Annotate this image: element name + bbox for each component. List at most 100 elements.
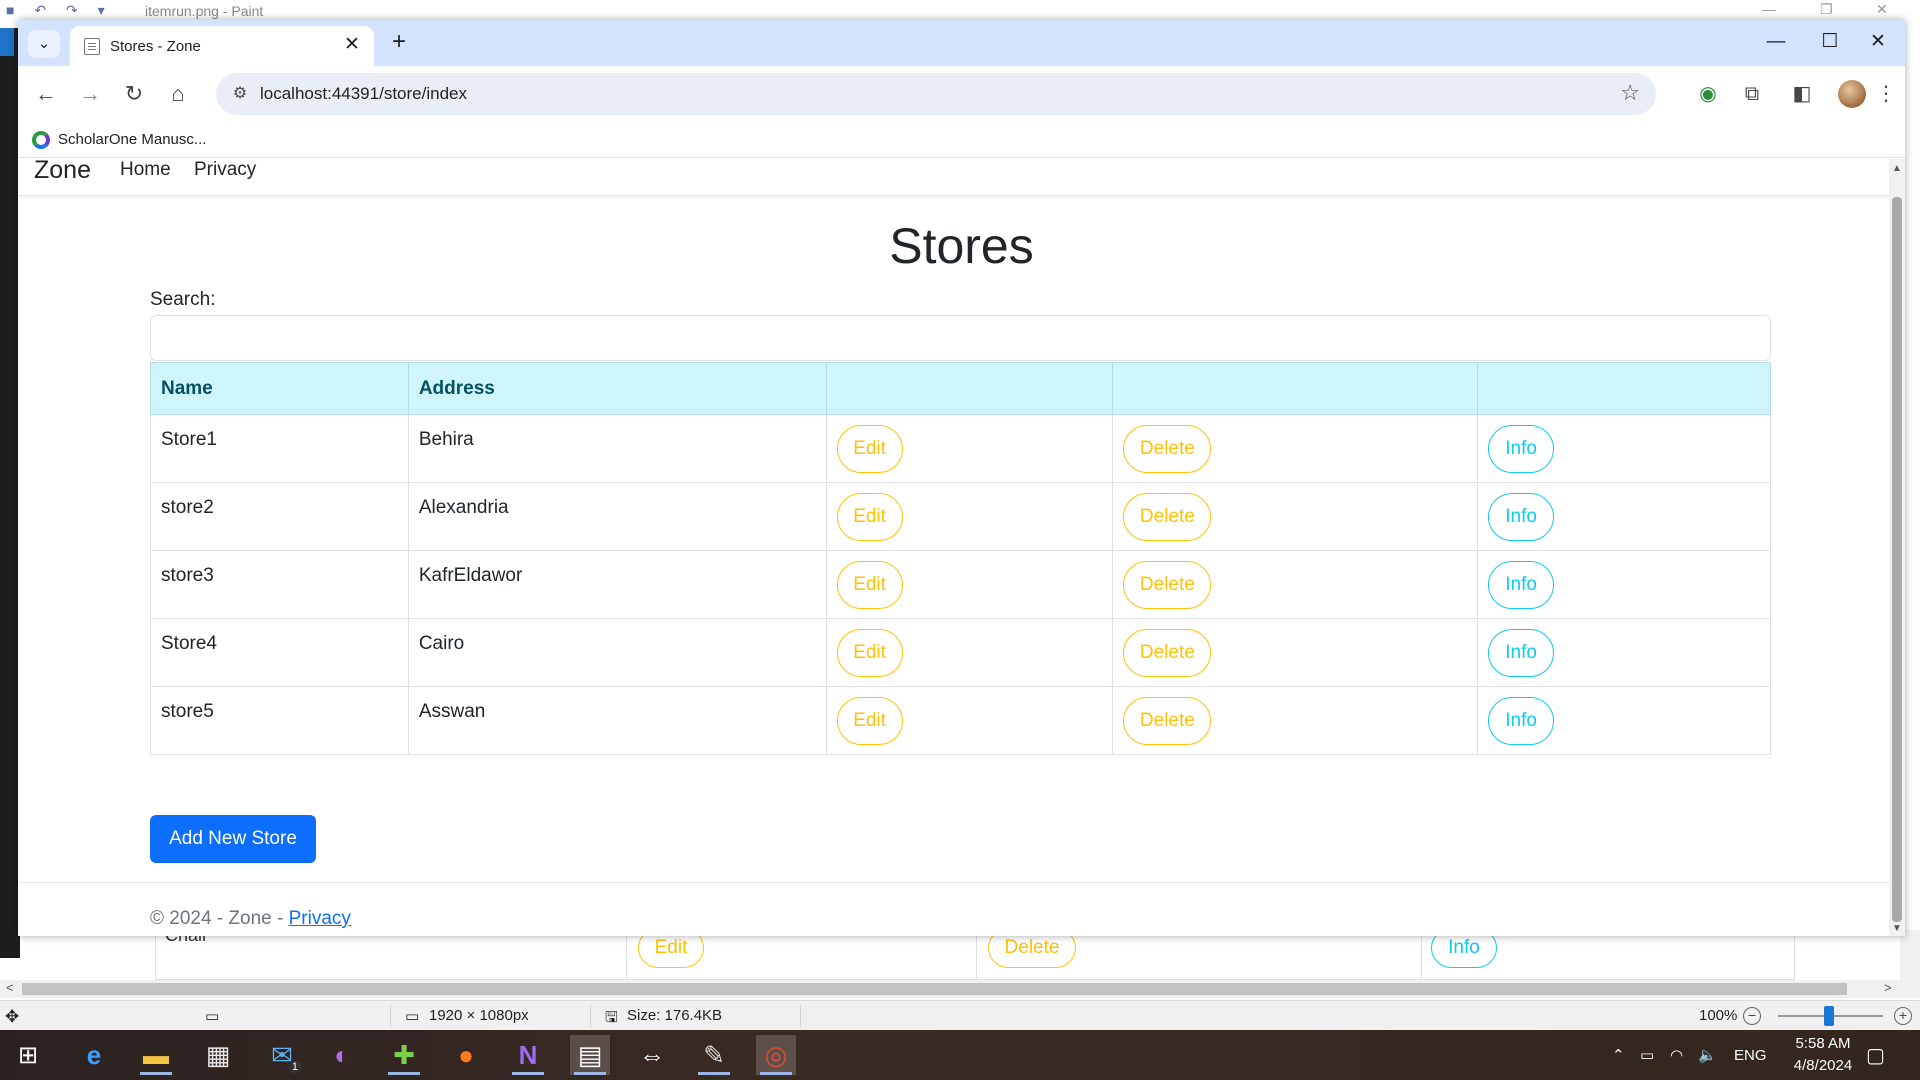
bookmark-scholarone[interactable]: ScholarOne Manusc... [58,131,206,148]
language-indicator[interactable]: ENG [1734,1030,1767,1080]
extension-globe-icon[interactable]: ◉ [1692,78,1724,110]
battery-icon[interactable]: ▭ [1640,1030,1654,1080]
site-info-icon[interactable]: ⚙ [228,82,252,106]
maximize-icon[interactable]: ☐ [1808,26,1852,60]
peek-cell-divider [976,935,977,980]
tab-close-icon[interactable]: ✕ [340,33,364,57]
edit-button[interactable]: Edit [836,628,903,677]
edge-icon[interactable]: e [74,1035,114,1075]
search-input[interactable] [150,315,1771,361]
status-separator [800,1005,801,1027]
side-panel-icon[interactable]: ◧ [1786,78,1818,110]
add-new-store-button[interactable]: Add New Store [150,815,316,863]
delete-cell: Delete [1112,414,1479,483]
volume-icon[interactable]: 🔈 [1698,1030,1717,1080]
scroll-down-icon[interactable]: ▼ [1892,923,1902,934]
paint-quick-access-icons[interactable]: ■ ↶ ↷ ▾ [6,2,113,19]
info-button[interactable]: Info [1488,696,1555,745]
menu-kebab-icon[interactable]: ⋮ [1876,78,1896,110]
paint-close-icon[interactable]: ✕ [1876,1,1888,18]
notifications-icon[interactable]: ▢ [1866,1030,1885,1080]
paint-minimize-icon[interactable]: — [1762,1,1776,17]
store-name: Store1 [150,414,409,483]
clapper-icon[interactable]: ▤ [570,1035,610,1075]
page-vscroll-thumb[interactable] [1892,197,1902,922]
paint-canvas-peek [20,935,1900,980]
new-tab-icon[interactable]: + [384,28,414,58]
tray-chevron-icon[interactable]: ⌃ [1612,1030,1625,1080]
disk-icon: 🖫 [605,1009,618,1026]
delete-button[interactable]: Delete [1123,696,1212,745]
delete-cell: Delete [1112,618,1479,687]
selection-icon: ▭ [205,1008,220,1025]
delete-button[interactable]: Delete [1123,628,1212,677]
profile-avatar[interactable] [1838,80,1866,108]
delete-button[interactable]: Delete [1123,560,1212,609]
info-button[interactable]: Info [1488,424,1555,473]
chrome-icon[interactable]: ◎ [756,1035,796,1075]
taskbar-clock[interactable]: 5:58 AM 4/8/2024 [1778,1033,1868,1077]
close-window-icon[interactable]: ✕ [1856,26,1900,60]
taskbar: ⊞ e ▬ ▦ ✉ 1 ◐ ✚ ● N ▤ ⇔ ✎ ◎ ⌃ ▭ ◠ 🔈 ENG 5… [0,1030,1920,1080]
tab-stores-zone[interactable]: Stores - Zone ✕ [70,26,374,66]
scroll-left-icon[interactable]: < [6,980,14,995]
header-edit-col [825,362,1114,415]
teamviewer-icon[interactable]: ⇔ [632,1035,672,1075]
footer-privacy-link[interactable]: Privacy [289,908,351,929]
search-label: Search: [150,289,216,310]
info-cell: Info [1477,414,1771,483]
back-icon[interactable]: ← [28,76,64,112]
minimize-icon[interactable]: — [1754,26,1798,60]
paint-left-panel [0,28,20,958]
paint-hscroll-thumb[interactable] [22,983,1847,995]
header-info-col [1477,362,1771,415]
wifi-icon[interactable]: ◠ [1670,1030,1683,1080]
scroll-up-icon[interactable]: ▲ [1892,163,1902,174]
mail-icon[interactable]: ✉ 1 [262,1035,302,1075]
edit-cell: Edit [825,550,1114,619]
reload-icon[interactable]: ↻ [116,76,152,112]
page-vertical-scrollbar[interactable]: ▲ ▼ [1889,159,1905,936]
windows-start-icon[interactable]: ⊞ [8,1035,48,1075]
info-button[interactable]: Info [1488,492,1555,541]
zoom-in-icon[interactable]: + [1894,1007,1912,1025]
home-icon[interactable]: ⌂ [160,76,196,112]
extensions-puzzle-icon[interactable]: ⧉ [1736,78,1768,110]
address-bar[interactable]: ⚙ localhost:44391/store/index ☆ [216,73,1656,115]
firefox-icon[interactable]: ● [446,1035,486,1075]
zoom-out-icon[interactable]: − [1743,1007,1761,1025]
table-row: Store4 Cairo Edit Delete Info [150,618,1771,687]
browser-toolbar: ← → ↻ ⌂ ⚙ localhost:44391/store/index ☆ … [18,66,1905,122]
edit-button[interactable]: Edit [836,492,903,541]
app-green-icon[interactable]: ✚ [384,1035,424,1075]
table-row: Store1 Behira Edit Delete Info [150,414,1771,483]
edit-cell: Edit [825,414,1114,483]
bookmark-star-icon[interactable]: ☆ [1620,80,1640,106]
nav-home-link[interactable]: Home [120,159,171,181]
paint-restore-icon[interactable]: ❐ [1820,1,1833,18]
site-brand[interactable]: Zone [34,159,91,185]
canvas-size-icon: ▭ [405,1008,420,1025]
paint-horizontal-scrollbar[interactable]: < > [0,980,1920,998]
delete-button[interactable]: Delete [1123,424,1212,473]
store-icon[interactable]: ▦ [198,1035,238,1075]
edit-button[interactable]: Edit [836,696,903,745]
info-button[interactable]: Info [1488,560,1555,609]
visual-studio-icon[interactable]: N [508,1035,548,1075]
nav-privacy-link[interactable]: Privacy [194,159,256,181]
edit-button[interactable]: Edit [836,560,903,609]
zoom-slider-knob[interactable] [1824,1006,1834,1026]
delete-button[interactable]: Delete [1123,492,1212,541]
info-button[interactable]: Info [1488,628,1555,677]
paint-icon[interactable]: ✎ [694,1035,734,1075]
scroll-right-icon[interactable]: > [1884,980,1892,995]
file-explorer-icon[interactable]: ▬ [136,1035,176,1075]
tab-search-dropdown-icon[interactable]: ⌄ [28,30,60,58]
zoom-level: 100% [1699,1007,1738,1024]
url-text[interactable]: localhost:44391/store/index [260,84,467,104]
clock-time: 5:58 AM [1795,1035,1851,1052]
scholarone-favicon-icon [32,131,50,149]
forward-icon[interactable]: → [72,76,108,112]
edit-button[interactable]: Edit [836,424,903,473]
app-mask-icon[interactable]: ◐ [322,1035,362,1075]
